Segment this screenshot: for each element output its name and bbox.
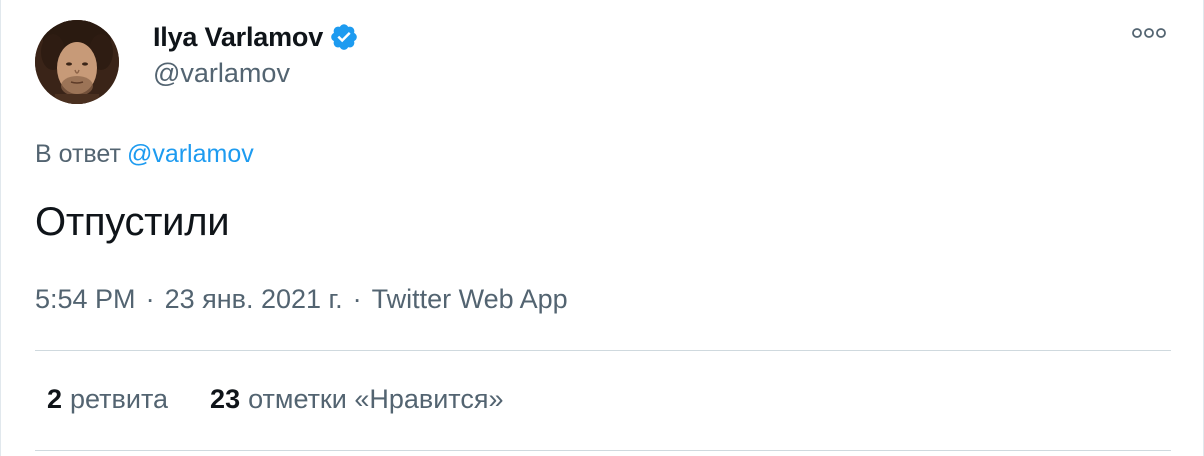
tweet-time[interactable]: 5:54 PM	[35, 284, 136, 315]
user-avatar-image	[35, 20, 119, 104]
tweet-date[interactable]: 23 янв. 2021 г.	[165, 284, 343, 315]
reply-prefix: В ответ	[35, 140, 121, 168]
retweets-stat[interactable]: 2 ретвита	[47, 384, 168, 415]
author-handle[interactable]: @varlamov	[153, 58, 290, 89]
tweet-text: Отпустили	[35, 200, 230, 244]
tweet-source-link[interactable]: Twitter Web App	[372, 284, 568, 315]
reply-mention-link[interactable]: @varlamov	[127, 140, 254, 168]
author-display-name[interactable]: Ilya Varlamov	[153, 22, 323, 53]
tweet-stats: 2 ретвита 23 отметки «Нравится»	[47, 384, 504, 415]
tweet-card: Ilya Varlamov @varlamov В ответ @varlamov…	[0, 0, 1204, 456]
more-options-button[interactable]	[1129, 22, 1169, 44]
reply-context: В ответ @varlamov	[35, 140, 254, 169]
meta-separator: ·	[145, 284, 155, 314]
likes-stat[interactable]: 23 отметки «Нравится»	[210, 384, 503, 415]
user-avatar[interactable]	[35, 20, 119, 104]
likes-label: отметки «Нравится»	[248, 384, 504, 414]
tweet-metadata: 5:54 PM · 23 янв. 2021 г. · Twitter Web …	[35, 284, 568, 315]
divider-bottom	[35, 450, 1171, 451]
retweets-count: 2	[47, 384, 63, 414]
meta-separator: ·	[352, 284, 362, 314]
retweets-label: ретвита	[70, 384, 169, 414]
divider-top	[35, 350, 1171, 351]
author-name-row: Ilya Varlamov	[153, 20, 359, 54]
more-options-icon	[1132, 28, 1166, 38]
verified-badge-icon	[329, 22, 359, 52]
likes-count: 23	[210, 384, 241, 414]
